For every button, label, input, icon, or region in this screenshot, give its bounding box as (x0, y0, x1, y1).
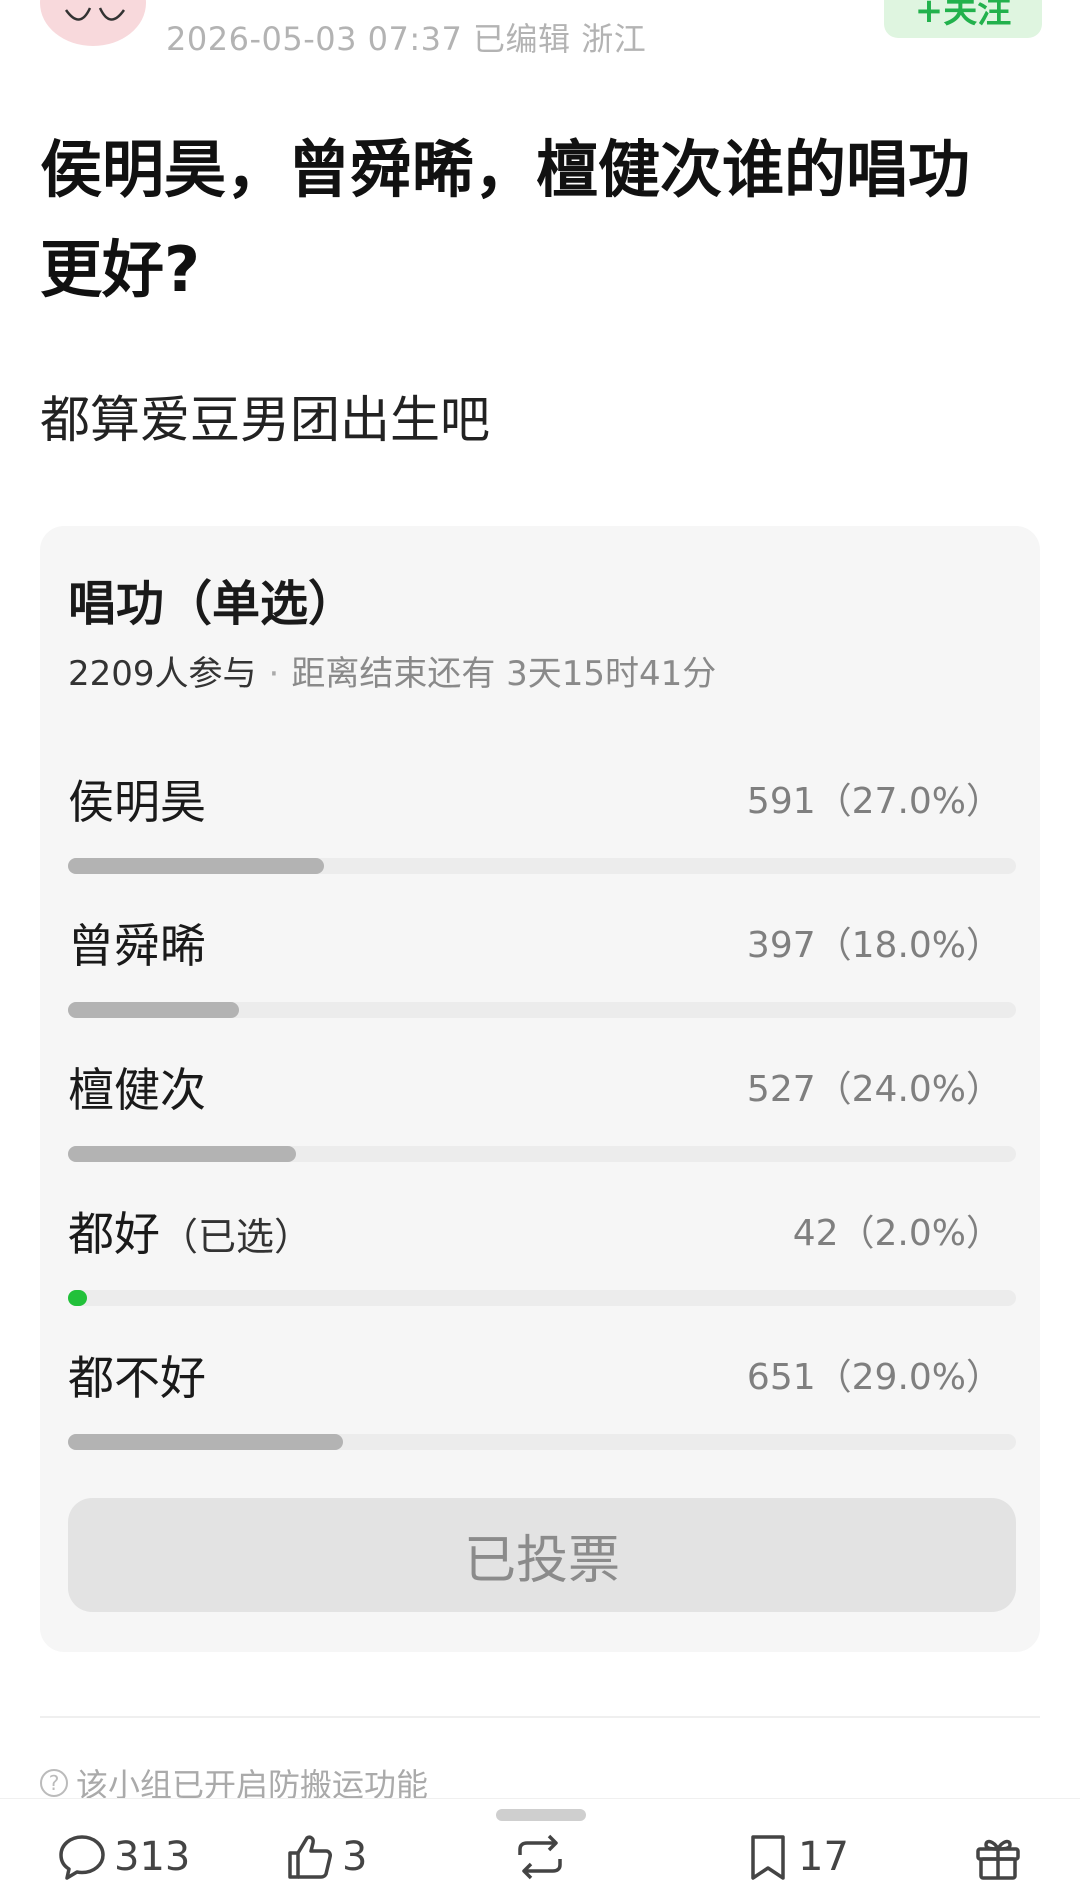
option-bar-fill (68, 1434, 343, 1450)
comment-count: 313 (114, 1834, 191, 1880)
option-label: 都不好 (68, 1351, 206, 1405)
post-title: 侯明昊，曾舜晞，檀健次谁的唱功更好? (40, 133, 971, 306)
option-label: 檀健次 (68, 1063, 206, 1117)
drag-handle[interactable] (496, 1809, 586, 1821)
option-label: 曾舜晞 (68, 919, 206, 973)
post-meta: 2026-05-03 07:37 已编辑 浙江 (166, 20, 647, 58)
like-button[interactable]: 3 (284, 1827, 367, 1887)
poll-participants: 2209人参与 (68, 654, 257, 694)
option-bar-track (68, 1002, 1016, 1018)
option-label: 侯明昊 (68, 775, 206, 829)
poll-option[interactable]: 曾舜晞 397（18.0%） (68, 910, 1016, 1030)
poll-time-left: 距离结束还有 3天15时41分 (291, 654, 717, 694)
avatar[interactable] (40, 0, 146, 46)
bookmark-count: 17 (798, 1834, 849, 1880)
like-count: 3 (342, 1834, 368, 1880)
option-count: 42（2.0%） (792, 1213, 1002, 1254)
poll-option[interactable]: 都不好 651（29.0%） (68, 1342, 1016, 1462)
thumbs-up-icon (288, 1835, 332, 1879)
repost-button[interactable] (512, 1827, 574, 1887)
post-body: 都算爱豆男团出生吧 (40, 391, 490, 449)
option-label: 都好（已选） (68, 1207, 313, 1261)
option-bar-fill (68, 1146, 296, 1162)
poll-option-selected[interactable]: 都好（已选） 42（2.0%） (68, 1198, 1016, 1318)
option-bar-track (68, 1290, 1016, 1306)
repost-icon (518, 1834, 562, 1880)
follow-button[interactable]: +关注 (884, 0, 1042, 38)
option-bar-track (68, 1146, 1016, 1162)
poll-card: 唱功（单选） 2209人参与 · 距离结束还有 3天15时41分 侯明昊 591（2… (40, 526, 1040, 1652)
voted-button[interactable]: 已投票 (68, 1498, 1016, 1612)
poll-title: 唱功（单选） (68, 576, 357, 632)
poll-option[interactable]: 檀健次 527（24.0%） (68, 1054, 1016, 1174)
bookmark-icon (751, 1835, 785, 1880)
poll-meta: 2209人参与 · 距离结束还有 3天15时41分 (68, 646, 716, 695)
divider (40, 1716, 1040, 1718)
option-count: 591（27.0%） (746, 781, 1002, 822)
poll-option[interactable]: 侯明昊 591（27.0%） (68, 766, 1016, 886)
option-bar-fill (68, 858, 324, 874)
gift-icon (976, 1839, 1020, 1880)
comment-button[interactable]: 313 (56, 1827, 190, 1887)
comment-icon (59, 1835, 105, 1880)
bottom-action-bar: 313 3 17 (0, 1798, 1080, 1898)
option-count: 651（29.0%） (746, 1357, 1002, 1398)
option-count: 397（18.0%） (746, 925, 1002, 966)
post-meta-row: 2026-05-03 07:37 已编辑 浙江 +关注 (0, 0, 1080, 70)
question-circle-icon: ? (40, 1769, 68, 1797)
option-bar-fill (68, 1290, 87, 1306)
option-bar-track (68, 858, 1016, 874)
selected-tag: （已选） (160, 1215, 313, 1259)
bookmark-button[interactable]: 17 (744, 1827, 849, 1887)
option-bar-fill (68, 1002, 239, 1018)
option-count: 527（24.0%） (746, 1069, 1002, 1110)
option-bar-track (68, 1434, 1016, 1450)
gift-button[interactable] (972, 1827, 1030, 1887)
meta-separator: · (268, 654, 280, 694)
